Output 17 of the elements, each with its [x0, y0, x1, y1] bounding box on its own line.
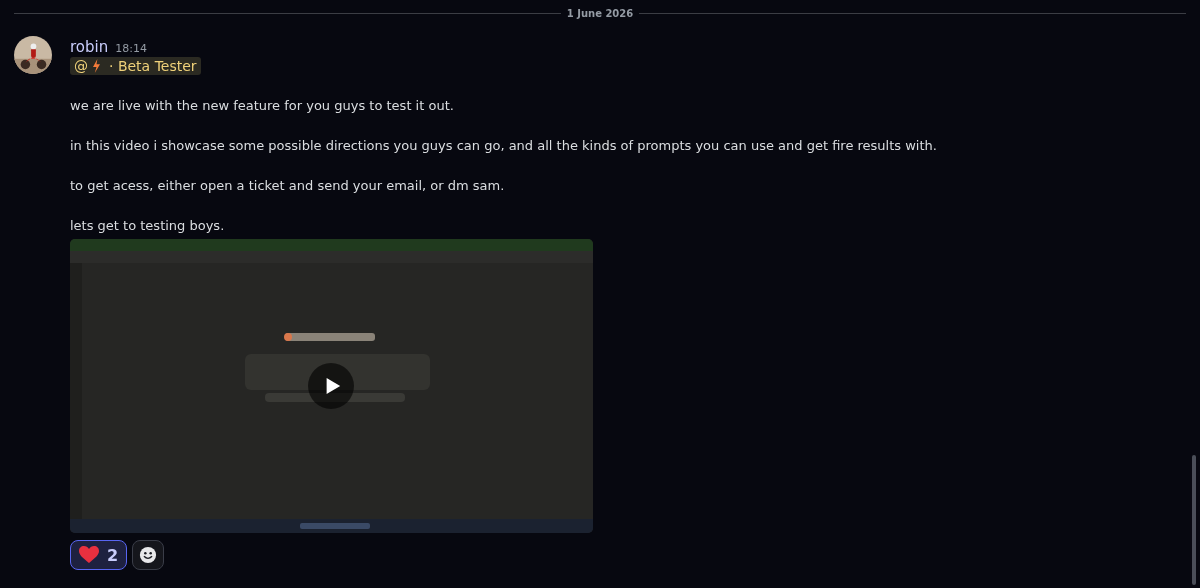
role-mention[interactable]: @ · Beta Tester [70, 57, 201, 75]
play-icon [325, 377, 341, 395]
add-reaction-button[interactable] [132, 540, 165, 570]
timestamp: 18:14 [115, 42, 147, 55]
message-text: lets get to testing boys. [70, 217, 226, 235]
lightning-icon [92, 59, 101, 73]
reaction-button[interactable]: 2 [70, 540, 128, 570]
scrollbar[interactable] [1192, 455, 1196, 585]
message-text: in this video i showcase some possible directions you guys can go, and all the kinds of prompts you can use and get fire results with. [70, 137, 937, 155]
avatar[interactable] [14, 36, 52, 74]
message-text: we are live with the new feature for you guys to test it out. [70, 97, 455, 115]
date-divider: 1 June 2026 [566, 7, 634, 19]
play-button[interactable] [308, 363, 354, 409]
heart-icon [79, 546, 99, 564]
username[interactable]: robin [70, 38, 109, 56]
message-text: to get acess, either open a ticket and send your email, or dm sam. [70, 177, 506, 195]
smiley-icon [139, 546, 158, 564]
